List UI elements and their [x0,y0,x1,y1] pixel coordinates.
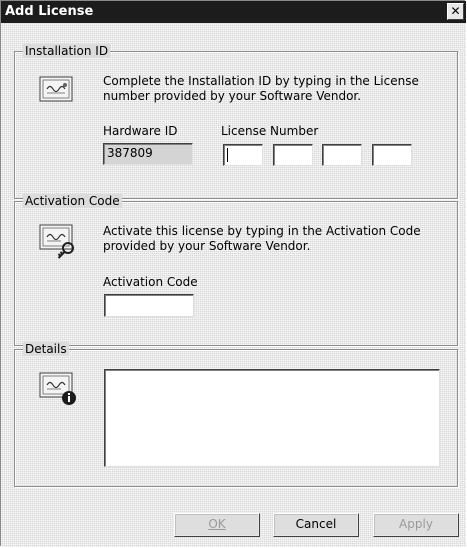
details-group: Details [14,342,458,487]
dialog-title: Add License [5,4,94,19]
certificate-key-icon [39,224,74,259]
certificate-icon [39,76,73,102]
license-number-field-3[interactable] [322,144,362,166]
close-icon: ✕ [450,4,461,18]
hardware-id-field: 387809 [103,143,193,165]
hardware-id-value: 387809 [107,146,153,160]
license-number-field-4[interactable] [372,144,412,166]
activation-code-legend: Activation Code [23,194,122,208]
activation-description: Activate this license by typing in the A… [103,224,421,253]
installation-id-group: Installation ID Complete the Installatio… [14,44,458,199]
installation-description: Complete the Installation ID by typing i… [103,74,419,103]
text-caret [227,148,228,162]
activation-code-group: Activation Code Activate this license by… [14,194,458,346]
installation-id-legend: Installation ID [23,44,111,58]
apply-button[interactable]: Apply [373,513,459,537]
cancel-button[interactable]: Cancel [273,513,359,537]
close-button[interactable]: ✕ [447,3,464,20]
ok-button[interactable]: OK [174,513,260,537]
license-number-field-1[interactable] [223,144,263,166]
activation-code-input[interactable] [104,294,194,317]
details-textbox[interactable] [104,369,440,467]
certificate-info-icon [39,372,76,405]
details-legend: Details [23,342,69,356]
title-bar[interactable]: Add License ✕ [1,1,466,23]
activation-code-label: Activation Code [103,275,198,289]
license-number-label: License Number [221,124,319,138]
add-license-dialog: Add License ✕ Installation ID Complete t… [0,0,466,547]
dialog-body: Installation ID Complete the Installatio… [1,23,466,547]
hardware-id-label: Hardware ID [103,124,178,138]
license-number-field-2[interactable] [273,144,313,166]
